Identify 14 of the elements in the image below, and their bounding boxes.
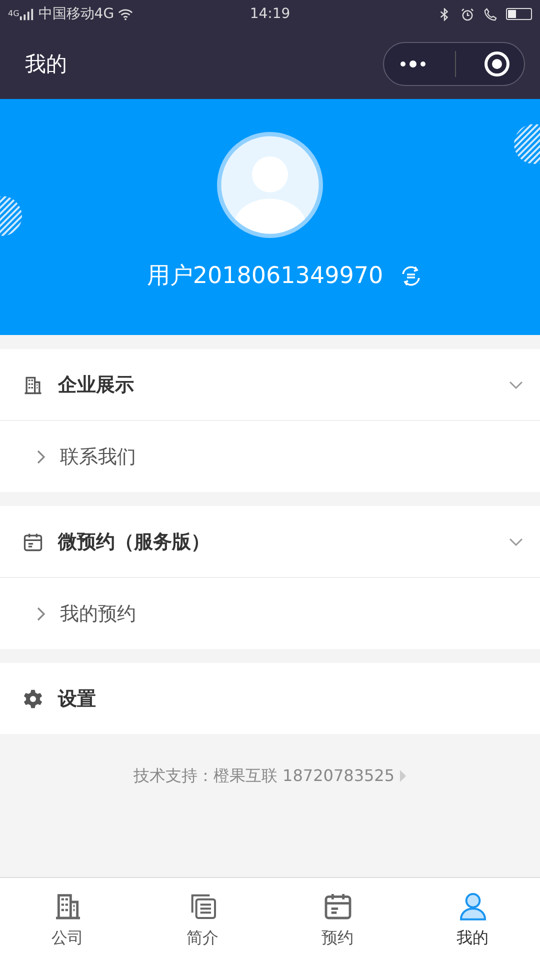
section-header[interactable]: 设置 bbox=[0, 663, 540, 734]
status-time: 14:19 bbox=[250, 6, 290, 22]
section-header[interactable]: 微预约（服务版） bbox=[0, 506, 540, 577]
tab[interactable]: 公司 bbox=[0, 878, 135, 960]
menu-item[interactable]: 我的预约 bbox=[0, 577, 540, 649]
section-header[interactable]: 企业展示 bbox=[0, 349, 540, 420]
username: 用户2018061349970 bbox=[146, 262, 384, 291]
network-type: 4G bbox=[8, 9, 20, 18]
page-title: 我的 bbox=[25, 50, 67, 78]
tab[interactable]: 预约 bbox=[270, 878, 405, 960]
tab[interactable]: 简介 bbox=[135, 878, 270, 960]
carrier-name: 中国移动4G bbox=[38, 5, 114, 23]
tab[interactable]: 我的 bbox=[405, 878, 540, 960]
menu-item[interactable]: 联系我们 bbox=[0, 420, 540, 492]
